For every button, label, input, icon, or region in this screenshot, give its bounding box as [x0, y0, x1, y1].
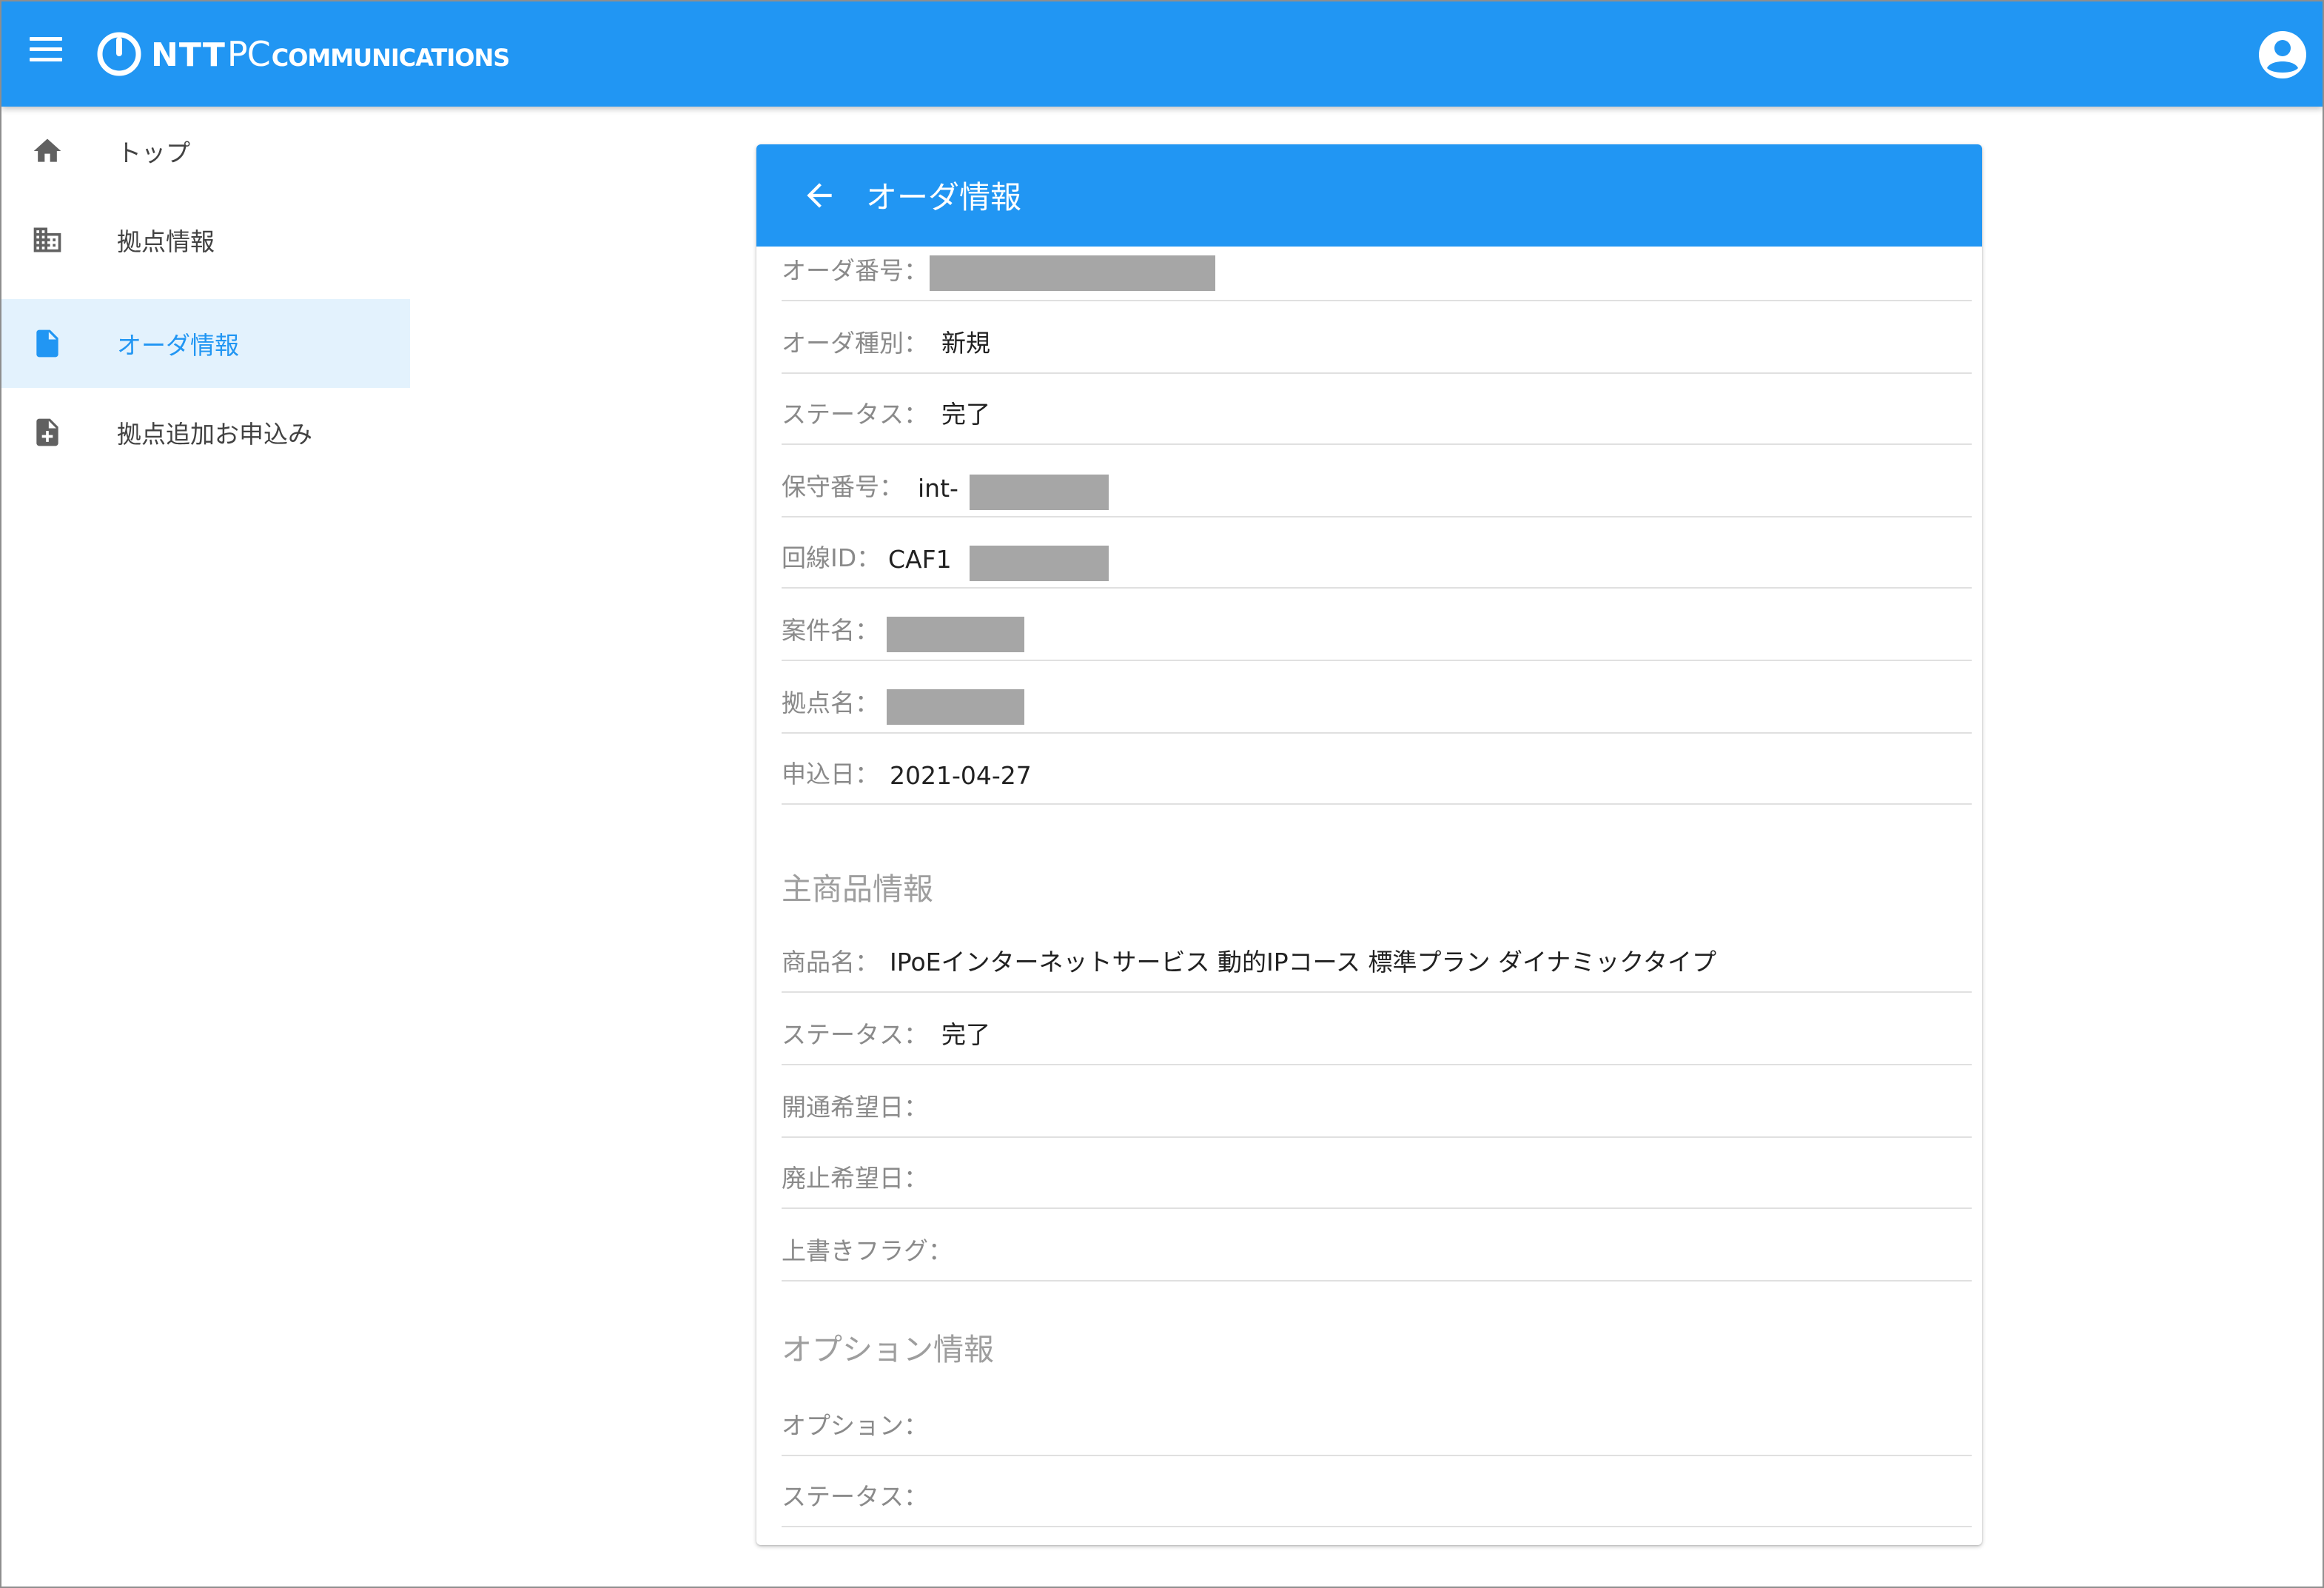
- card-header: オーダ情報: [756, 144, 1982, 247]
- order-number-label: オーダ番号：: [782, 256, 928, 285]
- product-status-label: ステータス：: [782, 1020, 928, 1049]
- product-status-value: 完了: [941, 1020, 990, 1049]
- apply-date-label: 申込日：: [782, 760, 879, 788]
- app-bar: NTTPCCOMMUNICATIONS: [1, 1, 2323, 107]
- option-status-label: ステータス：: [782, 1482, 928, 1511]
- card-title: オーダ情報: [866, 179, 1022, 215]
- option-row: オプション：: [782, 1384, 1972, 1456]
- option-label: オプション：: [782, 1411, 928, 1440]
- line-id-label: 回線ID：: [782, 543, 881, 572]
- product-status-row: ステータス： 完了: [782, 993, 1972, 1065]
- arrow-left-icon[interactable]: [801, 177, 838, 214]
- redacted-order-number: [930, 255, 1215, 291]
- redacted-maintenance-number: [970, 475, 1109, 510]
- line-id-row: 回線ID： CAF1: [782, 517, 1972, 589]
- building-icon: [31, 224, 64, 256]
- project-name-label: 案件名：: [782, 616, 879, 645]
- product-name-value: IPoEインターネットサービス 動的IPコース 標準プラン ダイナミックタイプ: [890, 948, 1716, 976]
- line-id-value: CAF1: [888, 545, 952, 574]
- open-date-row: 開通希望日：: [782, 1065, 1972, 1138]
- status-value: 完了: [941, 400, 990, 429]
- document-add-icon: [31, 416, 64, 449]
- order-number-row: オーダ番号：: [782, 247, 1972, 301]
- order-detail-card: オーダ情報 オーダ番号： オーダ種別： 新規 ステータス： 完了 保守番号： i…: [756, 144, 1982, 1545]
- order-type-row: オーダ種別： 新規: [782, 301, 1972, 374]
- app-window: NTTPCCOMMUNICATIONS トップ 拠点情報 オーダ情報 拠点追加お…: [0, 0, 2324, 1588]
- sidebar: トップ 拠点情報 オーダ情報 拠点追加お申込み: [1, 107, 410, 1587]
- product-name-label: 商品名：: [782, 948, 879, 976]
- sidebar-item-sites[interactable]: 拠点情報: [1, 195, 410, 284]
- sidebar-item-top[interactable]: トップ: [1, 107, 410, 195]
- option-status-row: ステータス：: [782, 1456, 1972, 1527]
- apply-date-row: 申込日： 2021-04-27: [782, 734, 1972, 805]
- maintenance-number-label: 保守番号：: [782, 472, 904, 501]
- sidebar-item-orders[interactable]: オーダ情報: [1, 299, 410, 388]
- ntt-pc-logo: NTTPCCOMMUNICATIONS: [96, 27, 511, 81]
- overwrite-flag-row: 上書きフラグ：: [782, 1209, 1972, 1282]
- logo-ntt-text: NTT: [151, 36, 226, 74]
- sidebar-item-add-site[interactable]: 拠点追加お申込み: [1, 388, 410, 477]
- logo-pc-text: PC: [226, 34, 271, 74]
- order-type-value: 新規: [941, 329, 990, 358]
- home-icon: [31, 135, 64, 167]
- close-date-label: 廃止希望日：: [782, 1164, 928, 1193]
- site-name-row: 拠点名：: [782, 661, 1972, 734]
- sidebar-item-label: トップ: [117, 138, 190, 167]
- open-date-label: 開通希望日：: [782, 1093, 928, 1122]
- product-name-row: 商品名： IPoEインターネットサービス 動的IPコース 標準プラン ダイナミッ…: [782, 920, 1972, 993]
- sidebar-item-label: 拠点情報: [117, 227, 215, 256]
- close-date-row: 廃止希望日：: [782, 1138, 1972, 1209]
- redacted-project-name: [887, 617, 1024, 652]
- maintenance-number-row: 保守番号： int-: [782, 445, 1972, 517]
- sidebar-item-label: 拠点追加お申込み: [117, 420, 312, 449]
- logo-comm-text: COMMUNICATIONS: [271, 44, 511, 72]
- document-icon: [31, 327, 64, 360]
- sidebar-item-label: オーダ情報: [117, 331, 239, 360]
- project-name-row: 案件名：: [782, 589, 1972, 661]
- account-circle-icon[interactable]: [2257, 30, 2308, 80]
- status-row: ステータス： 完了: [782, 374, 1972, 445]
- main-product-section-title: 主商品情報: [782, 871, 933, 907]
- order-type-label: オーダ種別：: [782, 329, 928, 358]
- redacted-line-id: [970, 546, 1109, 581]
- overwrite-flag-label: 上書きフラグ：: [782, 1236, 953, 1265]
- site-name-label: 拠点名：: [782, 689, 879, 717]
- option-section-title: オプション情報: [782, 1332, 994, 1367]
- maintenance-number-value: int-: [918, 474, 958, 503]
- ntt-logo-icon: [96, 31, 142, 77]
- menu-icon[interactable]: [28, 37, 64, 70]
- apply-date-value: 2021-04-27: [890, 761, 1032, 790]
- status-label: ステータス：: [782, 400, 928, 429]
- redacted-site-name: [887, 689, 1024, 725]
